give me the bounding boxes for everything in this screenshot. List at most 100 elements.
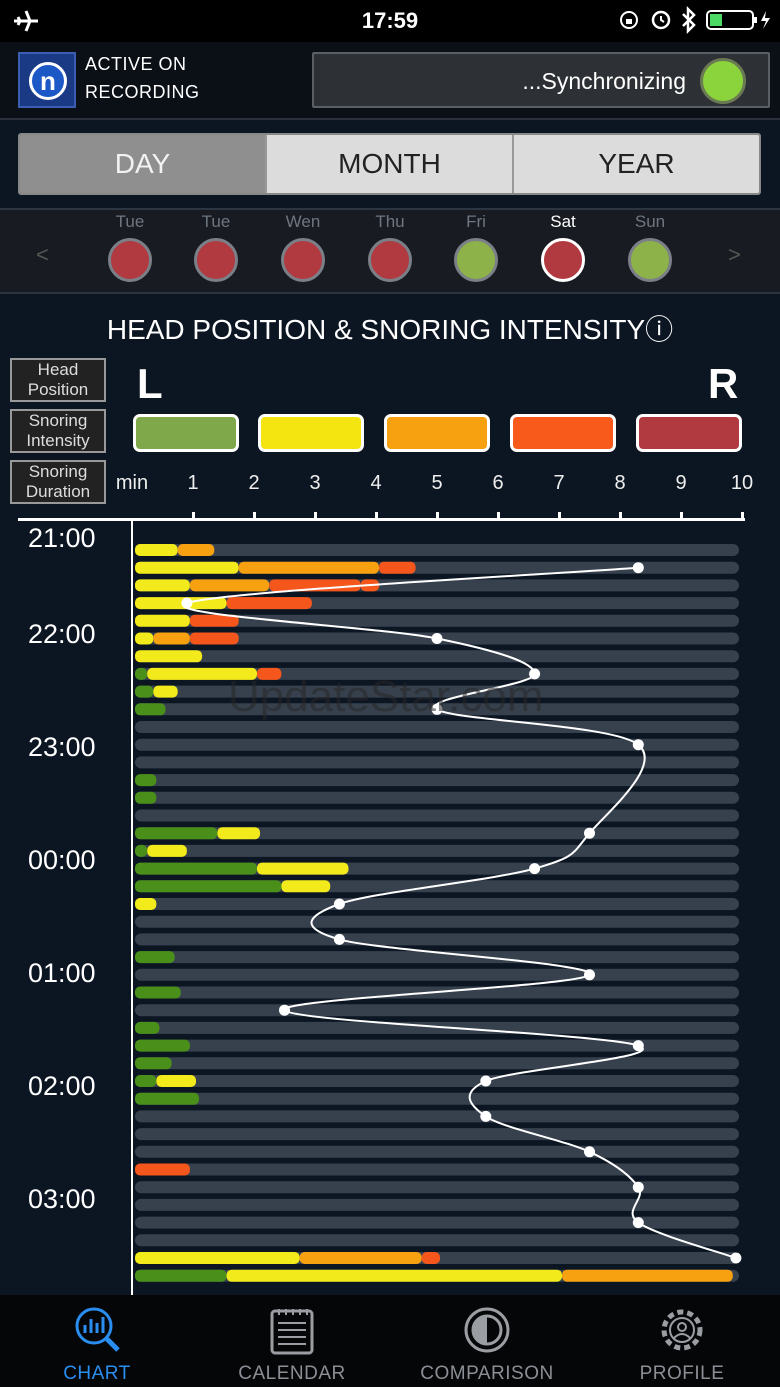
row-track [135,898,739,910]
snoring-bar-segment [226,597,312,610]
snoring-bar-segment [135,667,148,680]
snoring-bar-segment [135,703,166,716]
row-track [135,1110,739,1123]
snoring-bar-segment [135,579,190,592]
row-track [135,1198,739,1211]
head-position-point [181,597,193,609]
row-track [135,1004,739,1017]
snoring-bar-segment [135,898,157,910]
head-position-point [632,739,644,751]
snoring-bar-segment [135,1075,157,1087]
row-track [135,1092,739,1105]
row-track [135,1057,739,1070]
row-track [135,968,739,981]
row-track [135,544,739,556]
snoring-bar-segment [153,632,190,645]
nav-profile-label: PROFILE [639,1363,725,1384]
row-track [135,1039,739,1052]
snoring-bar-segment [147,844,187,857]
snoring-bar-segment [135,774,157,787]
snoring-bar-segment [135,951,175,964]
snoring-bar-segment [281,880,331,893]
head-position-point [431,633,443,644]
nav-chart[interactable]: CHART [17,1295,177,1387]
nav-calendar-label: CALENDAR [238,1363,346,1384]
row-track [135,1216,739,1229]
nav-chart-label: CHART [63,1363,131,1384]
snoring-bar-segment [135,561,239,574]
snoring-bar-segment [238,561,379,574]
row-track [135,915,739,928]
row-track [135,738,739,751]
row-track [135,1234,739,1247]
row-track [135,933,739,946]
snoring-bar-segment [135,1092,200,1105]
snoring-bar-segment [379,561,416,574]
snoring-chart [135,544,742,1282]
snoring-bar-segment [135,632,154,645]
row-track [135,650,739,663]
head-position-point [480,1075,492,1087]
snoring-bar-segment [299,1252,422,1264]
head-position-point [584,1146,595,1158]
snoring-bar-segment [257,862,349,875]
snoring-bar-segment [189,632,239,645]
head-position-point [529,863,541,875]
row-track [135,774,739,787]
row-track [135,1163,739,1176]
snoring-bar-segment [135,1039,190,1052]
snoring-bar-segment [135,1269,227,1282]
row-track [135,1145,739,1158]
snoring-bar-segment [226,1269,562,1282]
nav-comparison[interactable]: COMPARISON [407,1295,567,1387]
row-track [135,809,739,822]
head-position-point [584,827,595,839]
snoring-bar-segment [135,880,282,893]
head-position-point [632,1181,644,1193]
snoring-bar-segment [135,650,203,663]
snoring-bar-segment [135,1021,160,1034]
head-position-point [333,898,345,910]
nav-comparison-label: COMPARISON [420,1363,554,1384]
snoring-bar-segment [135,862,257,875]
snoring-bar-segment [217,827,261,840]
row-track [135,1075,739,1087]
snoring-bar-segment [135,986,181,999]
row-track [135,756,739,769]
head-position-point [632,1040,644,1052]
head-position-point [730,1252,742,1264]
row-track [135,721,739,733]
row-track [135,1021,739,1034]
comparison-icon [464,1307,510,1353]
row-track [135,1128,739,1141]
head-position-point [279,1004,290,1016]
profile-icon [661,1309,703,1351]
nav-calendar[interactable]: CALENDAR [212,1295,372,1387]
head-position-point [333,933,345,945]
snoring-bar-segment [135,1057,172,1070]
bottom-nav: CHART CALENDAR COMPARISON PROFILE [0,1295,780,1387]
row-track [135,1181,739,1194]
watermark: UpdateStar.com [228,672,544,721]
snoring-bar-segment [421,1252,440,1264]
snoring-bar-segment [135,844,148,857]
snoring-bar-segment [135,614,190,627]
snoring-bar-segment [177,544,215,556]
snoring-bar-segment [135,1252,300,1264]
nav-profile[interactable]: PROFILE [602,1295,762,1387]
chart-icon [75,1307,120,1352]
snoring-bar-segment [135,544,178,556]
snoring-bar-segment [562,1269,733,1282]
head-position-point [584,969,595,981]
row-track [135,791,739,804]
head-position-point [480,1110,492,1122]
calendar-icon [270,1309,314,1355]
snoring-bar-segment [135,791,157,804]
snoring-bar-segment [135,827,218,840]
row-track [135,844,739,857]
snoring-bar-segment [153,685,178,698]
snoring-bar-segment [156,1075,196,1087]
snoring-bar-segment [189,579,270,592]
head-position-point [632,1217,644,1229]
snoring-bar-segment [135,685,154,698]
